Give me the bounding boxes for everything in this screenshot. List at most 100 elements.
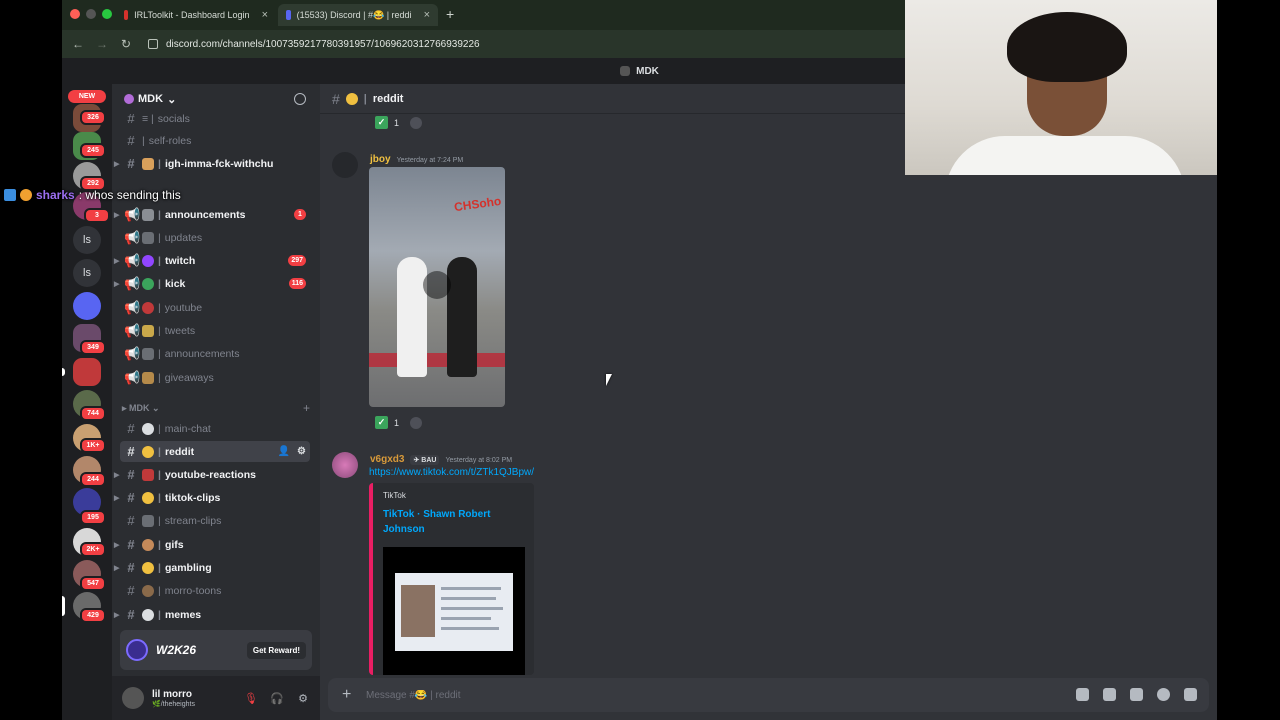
gift-icon[interactable] bbox=[1076, 688, 1089, 701]
video-attachment[interactable]: CHSoho bbox=[369, 167, 505, 407]
role-tag-label: BAU bbox=[421, 457, 437, 464]
server-name: MDK bbox=[138, 93, 164, 105]
add-reaction-icon[interactable] bbox=[410, 416, 423, 429]
megaphone-icon: 📢 bbox=[124, 345, 141, 361]
channel-igh[interactable]: ▶ # | igh-imma-fck-withchu bbox=[114, 153, 310, 174]
add-attachment-icon[interactable]: + bbox=[342, 686, 356, 704]
reload-icon[interactable]: ↻ bbox=[114, 37, 138, 51]
server-badge: 2K+ bbox=[80, 542, 106, 557]
message-header: v6gxd3 ✈ BAU Yesterday at 8:02 PM bbox=[370, 454, 512, 465]
user-info[interactable]: lil morro 🌿/theheights bbox=[152, 689, 195, 708]
tab-label: (15533) Discord | #😂 | reddi bbox=[296, 9, 412, 20]
close-window-button[interactable] bbox=[70, 9, 80, 19]
server-icon-6[interactable] bbox=[73, 358, 101, 386]
channel-main-chat[interactable]: # | main-chat bbox=[120, 418, 310, 439]
channel-divider: | bbox=[158, 254, 161, 267]
expand-arrow-icon[interactable]: ▶ bbox=[114, 211, 119, 219]
channel-reddit[interactable]: # | reddit 👤 ⚙ bbox=[120, 441, 310, 462]
channel-morro-toons[interactable]: # | morro-toons bbox=[120, 580, 310, 601]
maximize-window-button[interactable] bbox=[102, 9, 112, 19]
browser-tab-irltoolkit[interactable]: IRLToolkit - Dashboard Login × bbox=[116, 4, 276, 26]
gif-icon[interactable] bbox=[1103, 688, 1116, 701]
expand-arrow-icon[interactable]: ▶ bbox=[114, 564, 119, 572]
reaction-count: 1 bbox=[394, 117, 400, 128]
add-channel-icon[interactable]: + bbox=[303, 401, 310, 415]
expand-arrow-icon[interactable]: ▶ bbox=[114, 541, 119, 549]
gear-icon[interactable]: ⚙ bbox=[294, 692, 312, 705]
embed-thumbnail[interactable] bbox=[383, 547, 525, 675]
forward-arrow-icon[interactable]: → bbox=[90, 37, 114, 51]
channel-stream-clips[interactable]: # | stream-clips bbox=[120, 510, 310, 531]
promo-logo: W2K26 bbox=[156, 643, 197, 657]
add-member-icon[interactable] bbox=[294, 93, 306, 105]
url-field[interactable]: discord.com/channels/1007359217780391957… bbox=[148, 39, 480, 50]
get-reward-button[interactable]: Get Reward! bbox=[246, 641, 306, 659]
server-icon-ls[interactable]: ls bbox=[73, 259, 101, 287]
expand-arrow-icon[interactable]: ▶ bbox=[114, 160, 119, 168]
message-input[interactable] bbox=[366, 689, 866, 701]
server-icon-ls[interactable]: ls bbox=[73, 226, 101, 254]
embed-title[interactable]: TikTok · Shawn Robert Johnson bbox=[383, 507, 523, 537]
channel-memes[interactable]: ▶ # | memes bbox=[114, 604, 310, 625]
channel-youtube[interactable]: 📢 | youtube bbox=[120, 297, 310, 318]
channel-label: igh-imma-fck-withchu bbox=[164, 157, 274, 170]
mouse-cursor-icon bbox=[606, 374, 612, 386]
avatar[interactable] bbox=[332, 452, 358, 478]
webcam-hair bbox=[1007, 12, 1127, 82]
channel-giveaways[interactable]: 📢 | giveaways bbox=[120, 367, 310, 388]
emoji-icon[interactable] bbox=[1157, 688, 1170, 701]
close-tab-icon[interactable]: × bbox=[262, 9, 268, 21]
laughing-emoji-icon bbox=[142, 445, 154, 458]
url-text: discord.com/channels/1007359217780391957… bbox=[166, 38, 480, 50]
skull-emoji-icon bbox=[142, 608, 154, 621]
channel-twitch[interactable]: ▶ 📢 | twitch 297 bbox=[114, 250, 310, 271]
hash-icon: # bbox=[127, 583, 135, 598]
back-arrow-icon[interactable]: ← bbox=[66, 37, 90, 51]
promo-banner[interactable]: W2K26 Get Reward! bbox=[120, 630, 312, 670]
channel-tweets[interactable]: 📢 | tweets bbox=[120, 320, 310, 341]
channel-youtube-reactions[interactable]: ▶ # | youtube-reactions bbox=[114, 464, 310, 485]
category-header[interactable]: ▸ MDK ⌄ bbox=[122, 403, 160, 414]
headphones-icon[interactable]: 🎧 bbox=[268, 692, 286, 705]
channel-socials[interactable]: # ≡ | socials bbox=[120, 108, 310, 129]
channel-gambling[interactable]: ▶ # | gambling bbox=[114, 557, 310, 578]
sticker-icon[interactable] bbox=[1130, 688, 1143, 701]
discord-server-icon[interactable] bbox=[73, 292, 101, 320]
author-name[interactable]: v6gxd3 bbox=[370, 454, 404, 465]
gear-icon[interactable]: ⚙ bbox=[297, 446, 306, 457]
author-name[interactable]: jboy bbox=[370, 154, 391, 165]
site-settings-icon[interactable] bbox=[148, 39, 158, 49]
expand-arrow-icon[interactable]: ▶ bbox=[114, 471, 119, 479]
mic-muted-icon[interactable]: 🎙 bbox=[242, 692, 260, 705]
invite-icon[interactable]: 👤 bbox=[278, 446, 290, 457]
add-reaction-icon[interactable] bbox=[410, 116, 423, 129]
channel-gifs[interactable]: ▶ # | gifs bbox=[114, 534, 310, 555]
reaction-count: 1 bbox=[394, 417, 400, 428]
new-tab-button[interactable]: + bbox=[446, 6, 454, 22]
reaction-chip[interactable]: ✓ 1 bbox=[370, 115, 404, 130]
expand-arrow-icon[interactable]: ▶ bbox=[114, 280, 119, 288]
channel-kick[interactable]: ▶ 📢 | kick 116 bbox=[114, 273, 310, 294]
channel-updates[interactable]: 📢 | updates bbox=[120, 227, 310, 248]
avatar[interactable] bbox=[122, 687, 144, 709]
reaction-chip[interactable]: ✓ 1 bbox=[370, 415, 404, 430]
doc-line bbox=[441, 627, 499, 630]
document-image bbox=[395, 573, 513, 651]
browser-tab-discord[interactable]: (15533) Discord | #😂 | reddi × bbox=[278, 4, 438, 26]
channel-announcements-2[interactable]: 📢 | announcements bbox=[120, 343, 310, 364]
close-tab-icon[interactable]: × bbox=[424, 9, 430, 21]
channel-tiktok-clips[interactable]: ▶ # | tiktok-clips bbox=[114, 487, 310, 508]
message-link[interactable]: https://www.tiktok.com/t/ZTk1QJBpw/ bbox=[369, 467, 534, 478]
channel-self-roles[interactable]: # | self-roles bbox=[120, 130, 310, 151]
expand-arrow-icon[interactable]: ▶ bbox=[114, 494, 119, 502]
minimize-window-button[interactable] bbox=[86, 9, 96, 19]
apps-icon[interactable] bbox=[1184, 688, 1197, 701]
webcam-shirt bbox=[945, 136, 1185, 175]
server-badge: 244 bbox=[80, 472, 106, 487]
avatar[interactable] bbox=[332, 152, 358, 178]
play-icon[interactable] bbox=[423, 271, 451, 299]
channel-label: self-roles bbox=[148, 134, 192, 147]
expand-arrow-icon[interactable]: ▶ bbox=[114, 611, 119, 619]
expand-arrow-icon[interactable]: ▶ bbox=[114, 257, 119, 265]
channel-announcements[interactable]: ▶ 📢 | announcements 1 bbox=[114, 204, 310, 225]
